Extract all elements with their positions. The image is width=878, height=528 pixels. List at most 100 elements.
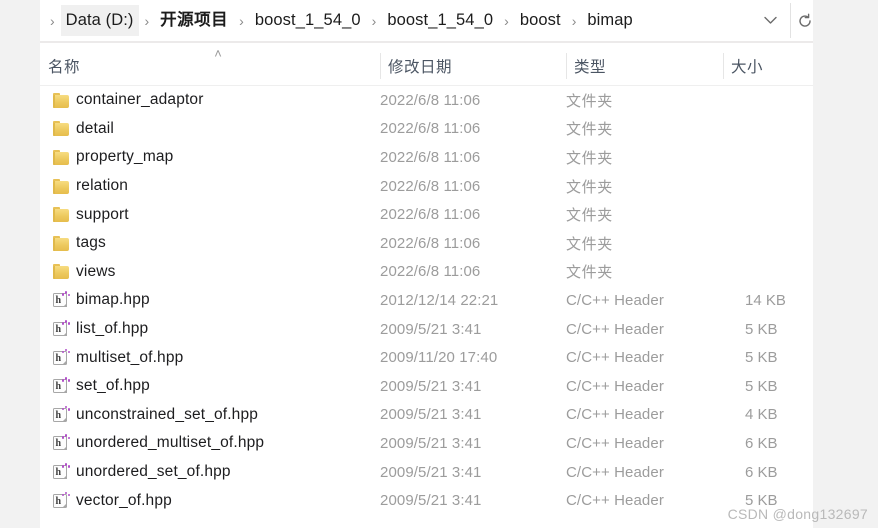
file-date-modified: 2009/5/21 3:41 xyxy=(380,434,482,452)
file-date-modified: 2009/5/21 3:41 xyxy=(380,320,482,338)
file-list[interactable]: container_adaptor 2022/6/8 11:06 文件夹 detail… xyxy=(40,86,813,528)
file-name-label: list_of.hpp xyxy=(76,320,149,338)
table-row[interactable]: views 2022/6/8 11:06 文件夹 xyxy=(40,258,813,287)
cpp-header-icon: h xyxy=(46,463,76,480)
file-type: 文件夹 xyxy=(566,178,613,196)
table-row[interactable]: h list_of.hpp 2009/5/21 3:41 C/C++ Header 5 … xyxy=(40,315,813,344)
file-size: 6 KB xyxy=(745,434,778,452)
breadcrumb-item-open-source-projects[interactable]: 开源项目 xyxy=(155,5,233,36)
column-header-type[interactable]: 类型 xyxy=(566,45,723,86)
cpp-header-icon: h xyxy=(46,348,76,366)
table-row[interactable]: detail 2022/6/8 11:06 文件夹 xyxy=(40,115,813,144)
table-row[interactable]: h set_of.hpp 2009/5/21 3:41 C/C++ Header 5 K… xyxy=(40,372,813,401)
breadcrumb-separator: › xyxy=(371,12,377,29)
table-row[interactable]: support 2022/6/8 11:06 文件夹 xyxy=(40,200,813,229)
folder-icon xyxy=(46,92,76,108)
file-date-modified: 2022/6/8 11:06 xyxy=(380,148,481,166)
folder-icon xyxy=(46,264,76,280)
file-name-label: vector_of.hpp xyxy=(76,491,172,509)
file-name-cell[interactable]: property_map xyxy=(40,143,380,172)
file-name-cell[interactable]: support xyxy=(40,200,380,229)
file-name-cell[interactable]: h list_of.hpp xyxy=(40,315,380,344)
file-name-cell[interactable]: relation xyxy=(40,172,380,201)
table-row[interactable]: h vector_of.hpp 2009/5/21 3:41 C/C++ Header… xyxy=(40,486,813,515)
file-type: 文件夹 xyxy=(566,92,613,110)
column-header-row[interactable]: ˄ 名称 修改日期 类型 大小 xyxy=(40,45,813,86)
cpp-header-icon: h xyxy=(46,405,76,423)
breadcrumb[interactable]: › Data (D:) › 开源项目 › boost_1_54_0 › boos… xyxy=(40,0,750,42)
address-bar[interactable]: › Data (D:) › 开源项目 › boost_1_54_0 › boos… xyxy=(40,0,813,43)
file-size: 5 KB xyxy=(745,377,778,395)
table-row[interactable]: container_adaptor 2022/6/8 11:06 文件夹 xyxy=(40,86,813,115)
column-header-size[interactable]: 大小 xyxy=(723,45,813,86)
file-date-modified: 2009/5/21 3:41 xyxy=(380,406,482,424)
column-header-size-label: 大小 xyxy=(731,58,764,76)
file-name-label: detail xyxy=(76,119,114,137)
file-name-cell[interactable]: views xyxy=(40,258,380,287)
file-name-cell[interactable]: detail xyxy=(40,115,380,144)
chevron-down-icon[interactable] xyxy=(750,0,790,42)
table-row[interactable]: property_map 2022/6/8 11:06 文件夹 xyxy=(40,143,813,172)
breadcrumb-item-boost[interactable]: boost xyxy=(515,5,566,36)
file-name-label: multiset_of.hpp xyxy=(76,348,184,366)
table-row[interactable]: tags 2022/6/8 11:06 文件夹 xyxy=(40,229,813,258)
file-date-modified: 2012/12/14 22:21 xyxy=(380,291,499,309)
breadcrumb-separator: › xyxy=(504,12,509,29)
file-name-cell[interactable]: h unordered_multiset_of.hpp xyxy=(40,429,380,458)
table-row[interactable]: h unordered_multiset_of.hpp 2009/5/21 3:41… xyxy=(40,429,813,458)
folder-icon xyxy=(46,178,76,194)
breadcrumb-item-data-d[interactable]: Data (D:) xyxy=(60,5,139,36)
cpp-header-icon: h xyxy=(46,434,76,451)
file-name-cell[interactable]: tags xyxy=(40,229,380,258)
table-row[interactable]: h unconstrained_set_of.hpp 2009/5/21 3:41 C… xyxy=(40,401,813,430)
table-row[interactable]: h unordered_set_of.hpp 2009/5/21 3:41 C/C++… xyxy=(40,458,813,487)
breadcrumb-separator: › xyxy=(239,12,244,29)
file-type: C/C++ Header xyxy=(566,434,664,452)
file-date-modified: 2022/6/8 11:06 xyxy=(380,177,481,195)
file-type: C/C++ Header xyxy=(566,377,664,395)
file-size: 6 KB xyxy=(745,463,778,481)
file-name-label: support xyxy=(76,205,129,223)
file-type: 文件夹 xyxy=(566,149,613,167)
table-row[interactable]: h bimap.hpp 2012/12/14 22:21 C/C++ Header 14… xyxy=(40,286,813,315)
folder-icon xyxy=(46,121,76,137)
file-name-label: unconstrained_set_of.hpp xyxy=(76,405,258,423)
file-date-modified: 2009/11/20 17:40 xyxy=(380,349,498,367)
file-name-cell[interactable]: h unconstrained_set_of.hpp xyxy=(40,401,380,430)
folder-icon xyxy=(46,235,76,251)
file-name-label: unordered_set_of.hpp xyxy=(76,463,231,481)
breadcrumb-item-boost-1-54-0-inner[interactable]: boost_1_54_0 xyxy=(382,5,498,36)
file-size: 14 KB xyxy=(745,291,786,309)
file-type: 文件夹 xyxy=(566,264,613,282)
cpp-header-icon: h xyxy=(46,320,76,337)
table-row[interactable]: h multiset_of.hpp 2009/11/20 17:40 C/C++ He… xyxy=(40,343,813,372)
breadcrumb-item-bimap[interactable]: bimap xyxy=(582,5,637,36)
file-size: 4 KB xyxy=(745,406,778,424)
file-name-label: container_adaptor xyxy=(76,91,204,109)
file-date-modified: 2022/6/8 11:06 xyxy=(380,206,481,224)
file-type: C/C++ Header xyxy=(566,406,664,424)
file-name-label: bimap.hpp xyxy=(76,291,150,309)
file-name-cell[interactable]: h unordered_set_of.hpp xyxy=(40,458,380,487)
table-row[interactable]: relation 2022/6/8 11:06 文件夹 xyxy=(40,172,813,201)
file-size: 5 KB xyxy=(745,320,778,338)
file-size: 5 KB xyxy=(745,349,778,367)
file-type: 文件夹 xyxy=(566,235,613,253)
file-name-cell[interactable]: container_adaptor xyxy=(40,86,380,115)
file-type: C/C++ Header xyxy=(566,463,664,481)
cpp-header-icon: h xyxy=(46,291,76,308)
file-name-label: unordered_multiset_of.hpp xyxy=(76,434,265,452)
column-header-name[interactable]: 名称 xyxy=(40,45,380,86)
file-name-label: property_map xyxy=(76,148,174,166)
refresh-icon[interactable] xyxy=(791,0,813,42)
address-bar-actions[interactable] xyxy=(750,0,813,42)
file-date-modified: 2022/6/8 11:06 xyxy=(380,263,481,281)
column-header-date-modified[interactable]: 修改日期 xyxy=(380,45,566,86)
file-name-cell[interactable]: h vector_of.hpp xyxy=(40,486,380,515)
file-name-cell[interactable]: h set_of.hpp xyxy=(40,372,380,401)
folder-icon xyxy=(46,207,76,223)
cpp-header-icon: h xyxy=(46,377,76,394)
breadcrumb-item-boost-1-54-0-outer[interactable]: boost_1_54_0 xyxy=(250,5,366,36)
file-name-cell[interactable]: h multiset_of.hpp xyxy=(40,343,380,372)
file-name-cell[interactable]: h bimap.hpp xyxy=(40,286,380,315)
